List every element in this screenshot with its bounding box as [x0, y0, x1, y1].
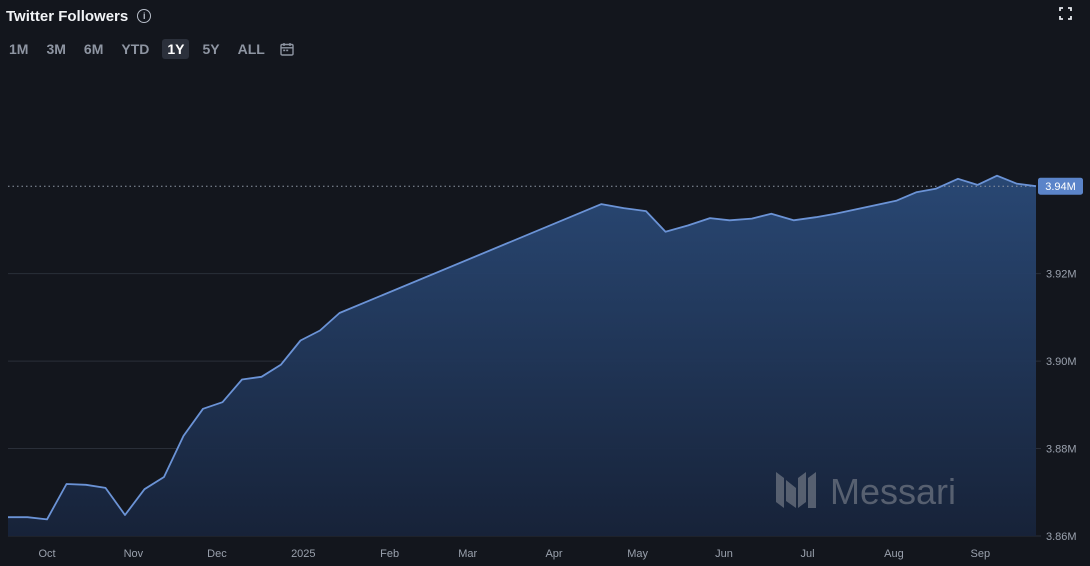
x-tick-label: Dec [207, 548, 227, 560]
x-tick-label: Sep [970, 548, 990, 560]
x-tick-label: 2025 [291, 548, 315, 560]
x-tick-label: May [627, 548, 648, 560]
x-tick-label: Oct [38, 548, 55, 560]
y-tick-label: 3.86M [1046, 531, 1077, 543]
x-tick-label: Nov [124, 548, 144, 560]
y-tick-label: 3.90M [1046, 356, 1077, 368]
watermark-text: Messari [830, 471, 956, 512]
y-tick-label: 3.92M [1046, 269, 1077, 281]
area-chart: Messari 3.86M 3.88M 3.90M 3.92M Oct Nov Dec 20… [8, 174, 1083, 560]
current-value-badge: 3.94M [1038, 177, 1083, 195]
x-tick-label: Jun [715, 548, 733, 560]
x-tick-label: Jul [801, 548, 815, 560]
x-tick-label: Apr [545, 548, 562, 560]
current-value-label: 3.94M [1045, 181, 1076, 193]
x-tick-label: Feb [380, 548, 399, 560]
y-tick-label: 3.88M [1046, 444, 1077, 456]
x-tick-label: Aug [884, 548, 904, 560]
x-tick-label: Mar [458, 548, 477, 560]
